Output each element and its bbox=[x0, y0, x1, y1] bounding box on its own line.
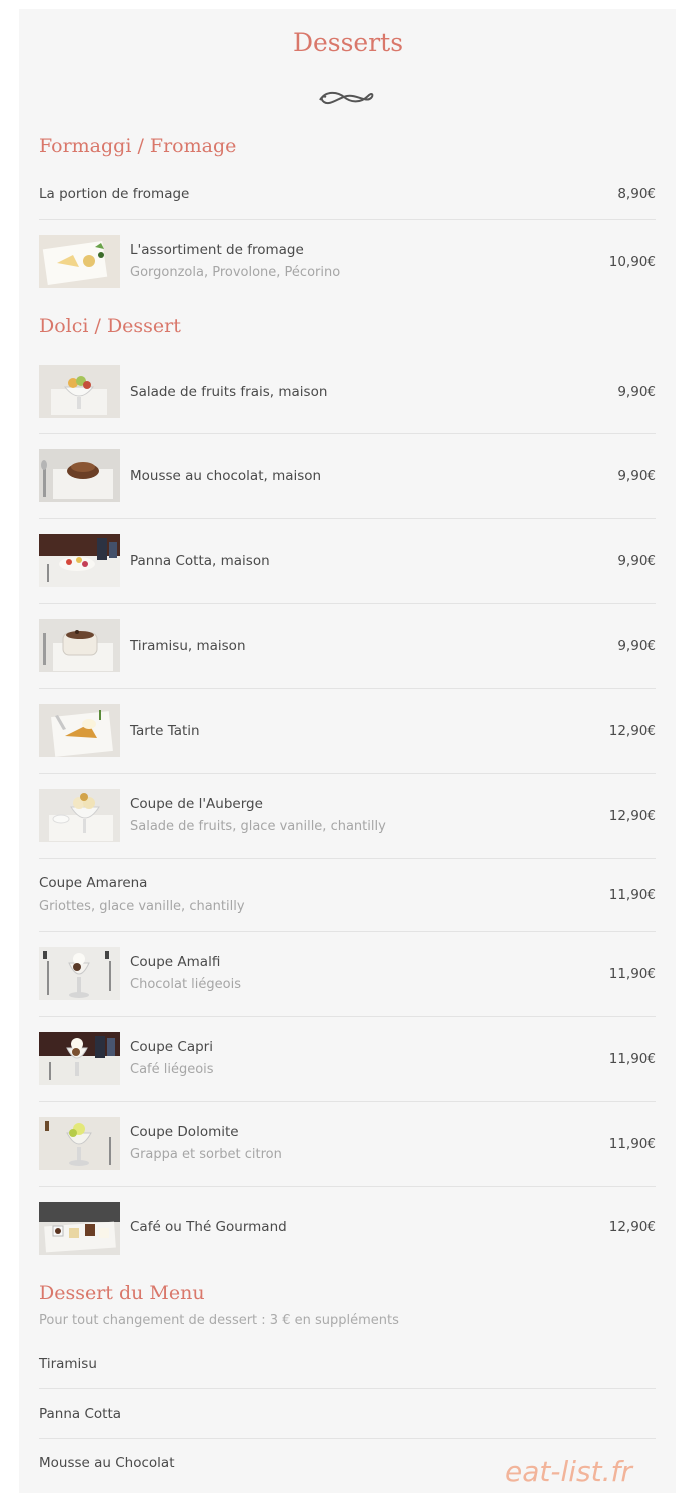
fruit-salad-photo bbox=[39, 365, 120, 418]
coupe-dolomite-photo bbox=[39, 1117, 120, 1170]
coupe-capri-photo bbox=[39, 1032, 120, 1085]
section-title-dessert: Dolci / Dessert bbox=[39, 315, 181, 337]
item-name: Tarte Tatin bbox=[130, 723, 200, 739]
item-name: La portion de fromage bbox=[39, 186, 190, 202]
item-name: Tiramisu, maison bbox=[130, 638, 246, 654]
menu-item: Salade de fruits frais, maison 9,90€ bbox=[39, 350, 656, 434]
flourish-ornament bbox=[319, 91, 374, 105]
menu-item: Mousse au chocolat, maison 9,90€ bbox=[39, 434, 656, 519]
menu-item: Coupe Amalfi Chocolat liégeois 11,90€ bbox=[39, 932, 656, 1017]
tarte-tatin-photo bbox=[39, 704, 120, 757]
coupe-amalfi-photo bbox=[39, 947, 120, 1000]
section-title-menu: Dessert du Menu bbox=[39, 1282, 205, 1304]
watermark: eat-list.fr bbox=[505, 1455, 632, 1488]
menu-item: Café ou Thé Gourmand 12,90€ bbox=[39, 1187, 656, 1272]
item-price: 8,90€ bbox=[617, 186, 656, 202]
menu-item: Coupe Dolomite Grappa et sorbet citron 1… bbox=[39, 1102, 656, 1187]
menu-item: Tiramisu, maison 9,90€ bbox=[39, 604, 656, 689]
item-name: Tiramisu bbox=[39, 1356, 97, 1372]
cheese-platter-photo bbox=[39, 235, 120, 288]
item-name: Panna Cotta, maison bbox=[130, 553, 270, 569]
item-name: Mousse au Chocolat bbox=[39, 1455, 175, 1471]
item-price: 10,90€ bbox=[608, 254, 656, 270]
menu-item: Coupe de l'Auberge Salade de fruits, gla… bbox=[39, 774, 656, 859]
item-description: Grappa et sorbet citron bbox=[130, 1147, 282, 1162]
cafe-gourmand-photo bbox=[39, 1202, 120, 1255]
menu-item: L'assortiment de fromage Gorgonzola, Pro… bbox=[39, 220, 656, 304]
item-price: 9,90€ bbox=[617, 553, 656, 569]
item-price: 9,90€ bbox=[617, 638, 656, 654]
item-name: Panna Cotta bbox=[39, 1406, 122, 1422]
menu-item: Panna Cotta bbox=[39, 1389, 656, 1439]
item-name: L'assortiment de fromage bbox=[130, 242, 304, 258]
menu-item: Tarte Tatin 12,90€ bbox=[39, 689, 656, 774]
menu-item: La portion de fromage 8,90€ bbox=[39, 172, 656, 220]
page-title: Desserts bbox=[292, 28, 404, 57]
item-price: 11,90€ bbox=[608, 887, 656, 903]
menu-item: Tiramisu bbox=[39, 1340, 656, 1389]
item-price: 12,90€ bbox=[608, 1219, 656, 1235]
item-price: 12,90€ bbox=[608, 723, 656, 739]
item-name: Mousse au chocolat, maison bbox=[130, 468, 322, 484]
item-name: Salade de fruits frais, maison bbox=[130, 384, 328, 400]
coupe-auberge-photo bbox=[39, 789, 120, 842]
chocolate-mousse-photo bbox=[39, 449, 120, 502]
item-price: 11,90€ bbox=[608, 1051, 656, 1067]
item-price: 9,90€ bbox=[617, 468, 656, 484]
item-price: 11,90€ bbox=[608, 1136, 656, 1152]
menu-item: Coupe Amarena Griottes, glace vanille, c… bbox=[39, 859, 656, 932]
item-description: Café liégeois bbox=[130, 1062, 214, 1077]
item-description: Chocolat liégeois bbox=[130, 977, 241, 992]
tiramisu-photo bbox=[39, 619, 120, 672]
item-description: Gorgonzola, Provolone, Pécorino bbox=[130, 265, 341, 280]
menu-item: Coupe Capri Café liégeois 11,90€ bbox=[39, 1017, 656, 1102]
menu-item: Panna Cotta, maison 9,90€ bbox=[39, 519, 656, 604]
item-name: Coupe de l'Auberge bbox=[130, 796, 263, 812]
section-note: Pour tout changement de dessert : 3 € en… bbox=[39, 1313, 399, 1328]
item-name: Café ou Thé Gourmand bbox=[130, 1219, 287, 1235]
item-name: Coupe Capri bbox=[130, 1039, 213, 1055]
item-name: Coupe Amarena bbox=[39, 875, 148, 891]
section-title-fromage: Formaggi / Fromage bbox=[39, 135, 237, 157]
item-name: Coupe Dolomite bbox=[130, 1124, 239, 1140]
item-description: Griottes, glace vanille, chantilly bbox=[39, 899, 245, 914]
item-price: 11,90€ bbox=[608, 966, 656, 982]
panna-cotta-photo bbox=[39, 534, 120, 587]
item-price: 12,90€ bbox=[608, 808, 656, 824]
item-description: Salade de fruits, glace vanille, chantil… bbox=[130, 819, 386, 834]
item-name: Coupe Amalfi bbox=[130, 954, 221, 970]
item-price: 9,90€ bbox=[617, 384, 656, 400]
